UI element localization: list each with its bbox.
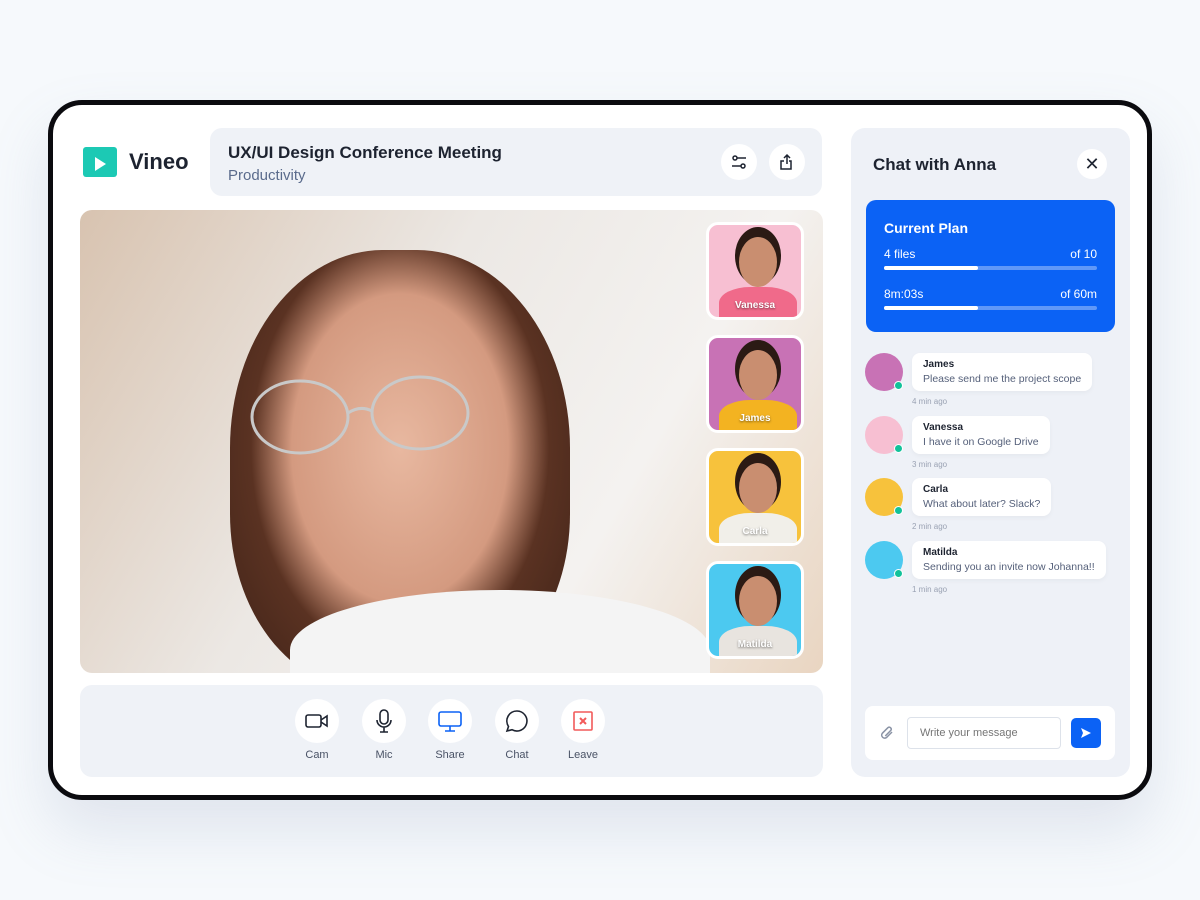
- meeting-header: UX/UI Design Conference Meeting Producti…: [210, 128, 822, 196]
- message-bubble: Matilda Sending you an invite now Johanna…: [912, 540, 1106, 579]
- avatar: [865, 540, 903, 579]
- sender-name: Vanessa: [923, 421, 964, 433]
- files-max: of 10: [1070, 247, 1097, 261]
- cam-button[interactable]: Cam: [295, 699, 339, 761]
- cam-label: Cam: [305, 749, 329, 761]
- mic-label: Mic: [375, 749, 393, 761]
- message-input[interactable]: [907, 717, 1061, 749]
- app-window: Vineo UX/UI Design Conference Meeting Pr…: [48, 100, 1152, 800]
- avatar: [865, 353, 903, 391]
- close-icon: ✕: [1084, 154, 1100, 174]
- files-progress: [884, 266, 1097, 270]
- files-usage: 4 files of 10: [884, 247, 1097, 270]
- participant-name: Vanessa: [734, 300, 776, 311]
- chat-title: Chat with Anna: [873, 155, 997, 174]
- share-icon: [780, 153, 792, 170]
- avatar: [865, 478, 903, 516]
- sliders-icon: [732, 155, 746, 169]
- leave-button[interactable]: Leave: [561, 699, 605, 761]
- close-square-icon: [573, 711, 593, 731]
- message-time: 4 min ago: [912, 397, 948, 406]
- participant-face: [739, 350, 777, 400]
- monitor-icon: [438, 711, 462, 732]
- mic-button[interactable]: Mic: [362, 699, 406, 761]
- message-text: Please send me the project scope: [923, 373, 1082, 385]
- meeting-category: Productivity: [228, 167, 306, 184]
- chat-label: Chat: [505, 749, 529, 761]
- participant-tile[interactable]: Vanessa: [706, 222, 804, 320]
- chat-button[interactable]: Chat: [495, 699, 539, 761]
- message-composer: [865, 706, 1115, 760]
- time-max: of 60m: [1060, 287, 1097, 301]
- files-label: 4 files: [884, 247, 916, 261]
- participant-tile[interactable]: James: [706, 335, 804, 433]
- logo: Vineo: [83, 141, 189, 177]
- main-video: Vanessa James Carla Matilda: [80, 210, 823, 673]
- message-bubble: James Please send me the project scope: [912, 353, 1093, 391]
- call-controls: Cam Mic Share Chat Leave: [80, 685, 823, 777]
- participant-tile[interactable]: Carla: [706, 448, 804, 546]
- camera-icon: [305, 714, 328, 728]
- time-label: 8m:03s: [884, 287, 924, 301]
- message-time: 3 min ago: [912, 459, 948, 469]
- avatar: [865, 415, 903, 454]
- sender-name: Carla: [923, 484, 949, 495]
- send-icon: [1081, 728, 1091, 738]
- message-text: I have it on Google Drive: [923, 435, 1039, 448]
- share-screen-button[interactable]: Share: [428, 699, 472, 761]
- leave-label: Leave: [568, 749, 598, 761]
- participant-name: Matilda: [737, 639, 773, 650]
- message-bubble: Carla What about later? Slack?: [912, 478, 1052, 516]
- participant-name: Carla: [742, 526, 768, 537]
- participant-face: [739, 237, 777, 287]
- meeting-title: UX/UI Design Conference Meeting: [228, 143, 502, 162]
- message-bubble: Vanessa I have it on Google Drive: [912, 415, 1050, 454]
- glasses-decor: [250, 375, 470, 455]
- send-button[interactable]: [1071, 718, 1101, 748]
- sender-name: James: [923, 359, 955, 370]
- chat-panel: Chat with Anna ✕ Current Plan 4 files of…: [851, 128, 1130, 777]
- message-time: 2 min ago: [912, 522, 948, 531]
- plan-title: Current Plan: [884, 220, 969, 236]
- close-chat-button[interactable]: ✕: [1077, 149, 1107, 179]
- app-name: Vineo: [129, 149, 189, 174]
- message-text: What about later? Slack?: [923, 498, 1041, 510]
- settings-button[interactable]: [721, 144, 757, 180]
- paperclip-icon[interactable]: [879, 724, 895, 742]
- participant-tile[interactable]: Matilda: [706, 561, 804, 659]
- current-plan-card: Current Plan 4 files of 10 8m:03s of 60m: [866, 200, 1115, 332]
- share-export-button[interactable]: [769, 144, 805, 180]
- microphone-icon: [376, 709, 392, 733]
- participant-name: James: [739, 413, 771, 424]
- sender-name: Matilda: [923, 546, 958, 558]
- message-text: Sending you an invite now Johanna!!: [923, 560, 1095, 573]
- time-progress: [884, 306, 1097, 310]
- chat-bubble-icon: [505, 710, 528, 733]
- play-icon: [83, 141, 117, 177]
- time-usage: 8m:03s of 60m: [884, 287, 1097, 310]
- participant-face: [739, 576, 777, 626]
- participant-face: [739, 463, 777, 513]
- message-time: 1 min ago: [912, 584, 948, 594]
- share-label: Share: [435, 749, 465, 761]
